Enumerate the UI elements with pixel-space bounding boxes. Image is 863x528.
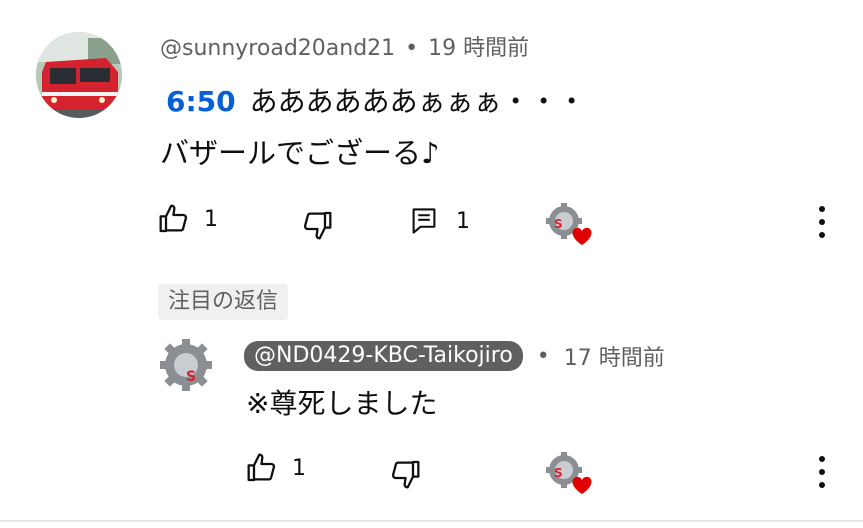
thumbs-down-icon [391, 460, 420, 489]
more-dot [819, 456, 825, 462]
meta-separator: • [405, 36, 419, 61]
comment-time: 19 時間前 [428, 36, 530, 61]
like-button[interactable]: 1 [158, 203, 218, 235]
creator-heart-icon: S [546, 452, 592, 494]
svg-text:S: S [554, 217, 563, 231]
reply-button[interactable]: 1 [410, 206, 470, 236]
reply-like-count: 1 [292, 455, 306, 481]
creator-heart-badge: S [546, 203, 594, 251]
reply-time: 17 時間前 [563, 346, 665, 371]
reply-more-button[interactable] [807, 452, 837, 492]
reply-meta: @ND0429-KBC-Taikojiro • 17 時間前 [244, 340, 665, 372]
comment-text-line-1: ああああああぁぁぁ・・・ [249, 85, 586, 118]
reply-author[interactable]: @ND0429-KBC-Taikojiro [244, 341, 523, 371]
like-count: 1 [204, 206, 218, 232]
more-dot [819, 219, 825, 225]
more-dot [819, 232, 825, 238]
reply-avatar[interactable]: S [158, 337, 214, 393]
reply-count: 1 [456, 208, 470, 234]
comment-icon [412, 208, 436, 234]
svg-text:S: S [186, 369, 196, 385]
more-dot [819, 469, 825, 475]
train-avatar-image [36, 32, 122, 118]
comment-text-line-2: バザールでござーる♪ [160, 136, 440, 170]
comment-author[interactable]: @sunnyroad20and21 [160, 36, 395, 61]
creator-heart-icon: S [546, 203, 592, 245]
reply-dislike-button[interactable] [389, 458, 421, 490]
commenter-avatar[interactable] [36, 32, 122, 118]
reply-creator-heart-badge: S [546, 452, 594, 500]
comment-meta: @sunnyroad20and21 • 19 時間前 [160, 30, 529, 62]
timestamp-link[interactable]: 6:50 [166, 85, 236, 118]
dislike-button[interactable] [301, 209, 333, 241]
more-dot [819, 482, 825, 488]
divider [0, 520, 863, 522]
gear-avatar-image: S [158, 337, 214, 393]
thumbs-up-icon [247, 453, 276, 482]
comment-body-line-1: 6:50 ああああああぁぁぁ・・・ [166, 80, 586, 120]
thumbs-up-icon [159, 204, 188, 233]
reply-like-button[interactable]: 1 [246, 452, 306, 484]
more-dot [819, 206, 825, 212]
reply-text: ※尊死しました [246, 387, 438, 420]
featured-reply-label: 注目の返信 [158, 284, 289, 320]
thumbs-down-icon [303, 211, 332, 240]
meta-separator: • [536, 343, 550, 369]
comment-more-button[interactable] [807, 202, 837, 242]
svg-text:S: S [554, 466, 563, 480]
